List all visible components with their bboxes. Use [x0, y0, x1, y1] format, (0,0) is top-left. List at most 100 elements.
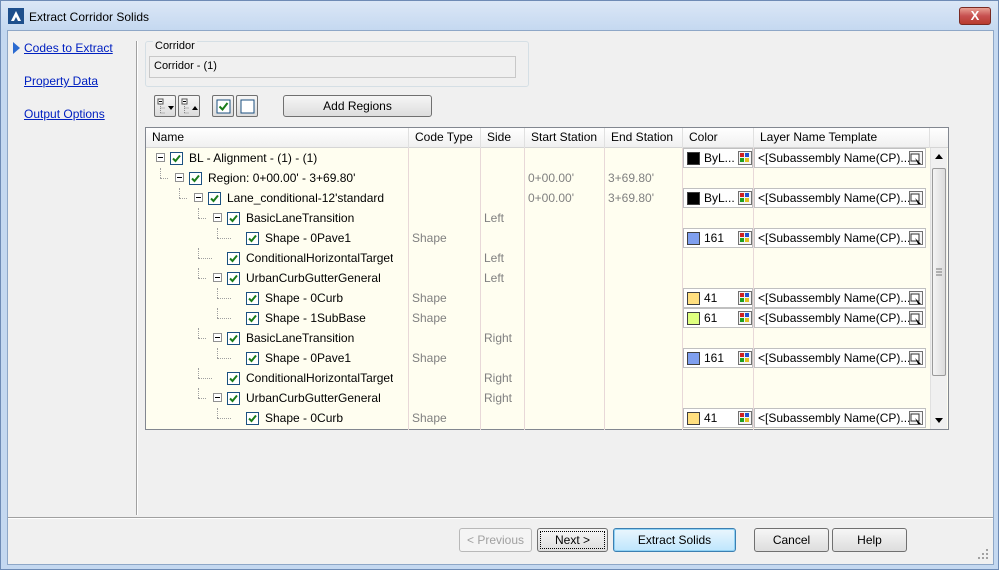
edit-layer-template-button[interactable] — [909, 351, 923, 365]
scroll-down-arrow-icon[interactable] — [935, 418, 943, 423]
layer-name-field[interactable]: <[Subassembly Name(CP)... — [754, 288, 926, 308]
nav-codes-to-extract[interactable]: Codes to Extract — [24, 41, 113, 55]
next-button[interactable]: Next > — [537, 528, 608, 552]
vertical-scrollbar[interactable] — [930, 148, 947, 429]
color-picker[interactable]: ByL... — [683, 148, 753, 168]
scroll-up-arrow-icon[interactable] — [935, 154, 943, 159]
close-button[interactable]: X — [959, 7, 991, 25]
row-checkbox[interactable] — [246, 352, 259, 365]
row-checkbox[interactable] — [246, 312, 259, 325]
edit-layer-template-button[interactable] — [909, 191, 923, 205]
corridor-label: Corridor — [153, 40, 197, 52]
tree-connector — [198, 338, 206, 339]
table-row[interactable]: UrbanCurbGutterGeneral Right — [146, 388, 930, 408]
row-checkbox[interactable] — [170, 152, 183, 165]
collapse-toggle-icon[interactable] — [175, 173, 184, 182]
table-row[interactable]: Shape - 0Pave1 Shape 161 <[Subassembly Name… — [146, 228, 930, 248]
previous-button[interactable]: < Previous — [459, 528, 532, 552]
resize-grip-icon[interactable] — [977, 548, 989, 560]
color-picker[interactable]: 41 — [683, 288, 753, 308]
layer-name-field[interactable]: <[Subassembly Name(CP)... — [754, 348, 926, 368]
expand-all-button[interactable] — [154, 95, 176, 117]
check-all-button[interactable] — [212, 95, 234, 117]
edit-layer-template-button[interactable] — [909, 291, 923, 305]
col-header-code-type[interactable]: Code Type — [409, 128, 481, 148]
color-palette-button[interactable] — [738, 411, 752, 425]
layer-name-field[interactable]: <[Subassembly Name(CP)... — [754, 188, 926, 208]
row-checkbox[interactable] — [227, 332, 240, 345]
color-picker[interactable]: 161 — [683, 228, 753, 248]
table-row[interactable]: ConditionalHorizontalTarget Left — [146, 248, 930, 268]
row-checkbox[interactable] — [246, 292, 259, 305]
checkmark-icon — [248, 294, 257, 303]
col-header-side[interactable]: Side — [481, 128, 525, 148]
edit-layer-template-button[interactable] — [909, 231, 923, 245]
collapse-toggle-icon[interactable] — [194, 193, 203, 202]
col-header-name[interactable]: Name — [146, 128, 409, 148]
layer-name-field[interactable]: <[Subassembly Name(CP)... — [754, 228, 926, 248]
color-palette-button[interactable] — [738, 291, 752, 305]
collapse-toggle-icon[interactable] — [156, 153, 165, 162]
row-checkbox[interactable] — [246, 412, 259, 425]
col-header-end-station[interactable]: End Station — [605, 128, 683, 148]
collapse-toggle-icon[interactable] — [213, 273, 222, 282]
collapse-all-button[interactable] — [178, 95, 200, 117]
extract-corridor-solids-window: Extract Corridor Solids X Codes to Extra… — [0, 0, 999, 570]
layer-name-field[interactable]: <[Subassembly Name(CP)... — [754, 148, 926, 168]
extract-solids-button[interactable]: Extract Solids — [613, 528, 736, 552]
color-palette-button[interactable] — [738, 151, 752, 165]
nav-output-options[interactable]: Output Options — [24, 107, 105, 121]
color-picker[interactable]: 61 — [683, 308, 753, 328]
color-palette-button[interactable] — [738, 231, 752, 245]
nav-property-data[interactable]: Property Data — [24, 74, 98, 88]
table-row[interactable]: Shape - 0Curb Shape 41 <[Subassembly Name(C… — [146, 408, 930, 428]
edit-layer-template-button[interactable] — [909, 151, 923, 165]
row-checkbox[interactable] — [227, 272, 240, 285]
tree-connector — [217, 228, 218, 238]
table-row[interactable]: BL - Alignment - (1) - (1) ByL... <[Subass… — [146, 148, 930, 168]
color-picker[interactable]: 161 — [683, 348, 753, 368]
edit-layer-template-button[interactable] — [909, 311, 923, 325]
collapse-toggle-icon[interactable] — [213, 393, 222, 402]
row-checkbox[interactable] — [227, 252, 240, 265]
row-checkbox[interactable] — [189, 172, 202, 185]
template-editor-icon — [910, 293, 921, 304]
scroll-thumb[interactable] — [932, 168, 946, 376]
row-checkbox[interactable] — [246, 232, 259, 245]
help-button[interactable]: Help — [832, 528, 907, 552]
table-row[interactable]: ConditionalHorizontalTarget Right — [146, 368, 930, 388]
checkmark-icon — [248, 414, 257, 423]
row-checkbox[interactable] — [208, 192, 221, 205]
table-row[interactable]: Shape - 0Pave1 Shape 161 <[Subassembly Name… — [146, 348, 930, 368]
col-header-color[interactable]: Color — [683, 128, 754, 148]
uncheck-all-button[interactable] — [236, 95, 258, 117]
edit-layer-template-button[interactable] — [909, 411, 923, 425]
table-row[interactable]: Lane_conditional-12'standard 0+00.00' 3+69… — [146, 188, 930, 208]
layer-name-field[interactable]: <[Subassembly Name(CP)... — [754, 308, 926, 328]
collapse-toggle-icon[interactable] — [213, 333, 222, 342]
color-palette-button[interactable] — [738, 191, 752, 205]
color-palette-button[interactable] — [738, 351, 752, 365]
row-checkbox[interactable] — [227, 212, 240, 225]
row-checkbox[interactable] — [227, 392, 240, 405]
table-row[interactable]: Shape - 0Curb Shape 41 <[Subassembly Name(C… — [146, 288, 930, 308]
col-header-start-station[interactable]: Start Station — [525, 128, 605, 148]
color-value: ByL... — [704, 151, 735, 165]
template-editor-icon — [910, 313, 921, 324]
layer-name-field[interactable]: <[Subassembly Name(CP)... — [754, 408, 926, 428]
table-row[interactable]: Region: 0+00.00' - 3+69.80' 0+00.00' 3+69.… — [146, 168, 930, 188]
cancel-button[interactable]: Cancel — [754, 528, 829, 552]
palette-icon — [740, 293, 749, 302]
row-checkbox[interactable] — [227, 372, 240, 385]
color-picker[interactable]: 41 — [683, 408, 753, 428]
color-picker[interactable]: ByL... — [683, 188, 753, 208]
add-regions-button[interactable]: Add Regions — [283, 95, 432, 117]
table-row[interactable]: UrbanCurbGutterGeneral Left — [146, 268, 930, 288]
row-side: Left — [484, 251, 505, 265]
color-palette-button[interactable] — [738, 311, 752, 325]
col-header-layer-name-template[interactable]: Layer Name Template — [754, 128, 930, 148]
table-row[interactable]: Shape - 1SubBase Shape 61 <[Subassembly Nam… — [146, 308, 930, 328]
table-row[interactable]: BasicLaneTransition Right — [146, 328, 930, 348]
collapse-toggle-icon[interactable] — [213, 213, 222, 222]
table-row[interactable]: BasicLaneTransition Left — [146, 208, 930, 228]
